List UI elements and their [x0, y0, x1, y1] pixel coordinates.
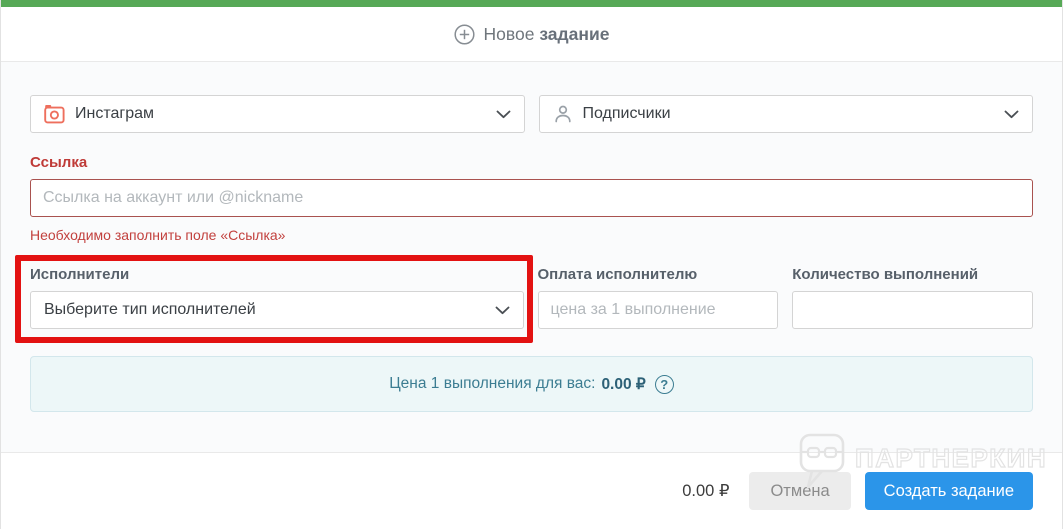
link-error-message: Необходимо заполнить поле «Ссылка»	[30, 227, 286, 243]
payment-input[interactable]	[537, 291, 779, 329]
chevron-down-icon	[496, 110, 510, 118]
camera-icon	[44, 105, 65, 124]
chevron-down-icon	[495, 306, 509, 314]
link-label: Ссылка	[30, 154, 88, 171]
modal-header: Новое задание	[1, 7, 1062, 62]
price-info-text: Цена 1 выполнения для вас:	[389, 375, 596, 392]
quantity-input[interactable]	[792, 291, 1033, 329]
submit-button[interactable]: Создать задание	[864, 472, 1033, 510]
service-select[interactable]: Подписчики	[538, 95, 1033, 133]
chevron-down-icon	[1004, 110, 1019, 118]
network-select-value: Инстаграм	[75, 105, 155, 122]
top-accent-bar	[1, 0, 1062, 7]
payment-label: Оплата исполнителю	[537, 266, 698, 283]
total-amount: 0.00 ₽	[682, 482, 730, 500]
quantity-label: Количество выполнений	[792, 266, 979, 283]
service-select-value: Подписчики	[582, 105, 671, 122]
executors-select-value: Выберите тип исполнителей	[44, 301, 256, 318]
person-icon	[554, 105, 571, 123]
payment-field: Оплата исполнителю	[537, 266, 779, 329]
network-select[interactable]: Инстаграм	[30, 95, 525, 133]
plus-circle-icon	[453, 23, 475, 45]
price-info-box: Цена 1 выполнения для вас: 0.00 ₽ ?	[30, 356, 1033, 412]
executors-label: Исполнители	[30, 266, 130, 283]
help-icon[interactable]: ?	[654, 374, 674, 394]
price-info-value: 0.00 ₽	[601, 375, 646, 393]
modal-title: Новое задание	[483, 23, 610, 44]
modal-footer: 0.00 ₽ Отмена Создать задание	[1, 452, 1062, 529]
cancel-button[interactable]: Отмена	[749, 472, 851, 510]
executors-field: Исполнители Выберите тип исполнителей	[15, 255, 533, 343]
quantity-field: Количество выполнений	[792, 266, 1033, 329]
link-input[interactable]	[30, 179, 1033, 217]
executors-select[interactable]: Выберите тип исполнителей	[30, 291, 524, 329]
modal-body: Инстаграм Подписчики Ссылка Необходимо з…	[1, 62, 1062, 452]
new-task-modal: Новое задание Инстаграм Подписчики Ссылк…	[0, 0, 1063, 529]
